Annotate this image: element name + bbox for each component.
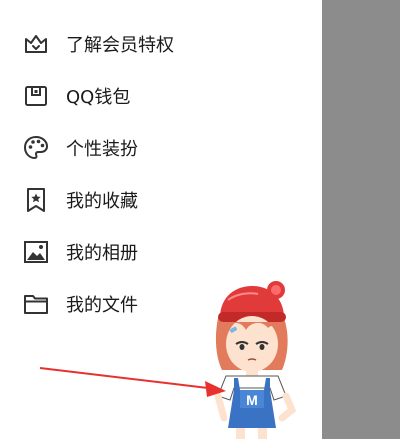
bookmark-star-icon [27,188,45,212]
menu-item-label: 个性装扮 [66,139,138,160]
shirt-letter: M [246,392,258,408]
menu-item-vip-privileges[interactable]: 了解会员特权 [0,20,322,68]
menu-item-favorites[interactable]: 我的收藏 [0,176,322,224]
menu-item-label: 我的文件 [66,295,138,316]
folder-icon [24,295,48,314]
palette-icon [24,136,48,159]
menu-item-label: 了解会员特权 [66,35,174,56]
menu-item-label: 我的相册 [66,243,138,264]
crown-icon [25,35,47,53]
menu-item-photo-album[interactable]: 我的相册 [0,228,322,276]
menu-item-qq-wallet[interactable]: QQ钱包 [0,72,322,120]
photo-album-icon [24,241,48,263]
side-drawer: 了解会员特权 QQ钱包 个性装扮 我的收藏 我的相册 我的文件 M [0,0,322,439]
cartoon-girl-sticker[interactable]: M [196,278,306,439]
dimmed-background-overlay[interactable] [322,0,400,439]
wallet-icon [25,86,47,106]
menu-item-label: QQ钱包 [66,87,131,108]
menu-item-label: 我的收藏 [66,191,138,212]
menu-item-personalization[interactable]: 个性装扮 [0,124,322,172]
